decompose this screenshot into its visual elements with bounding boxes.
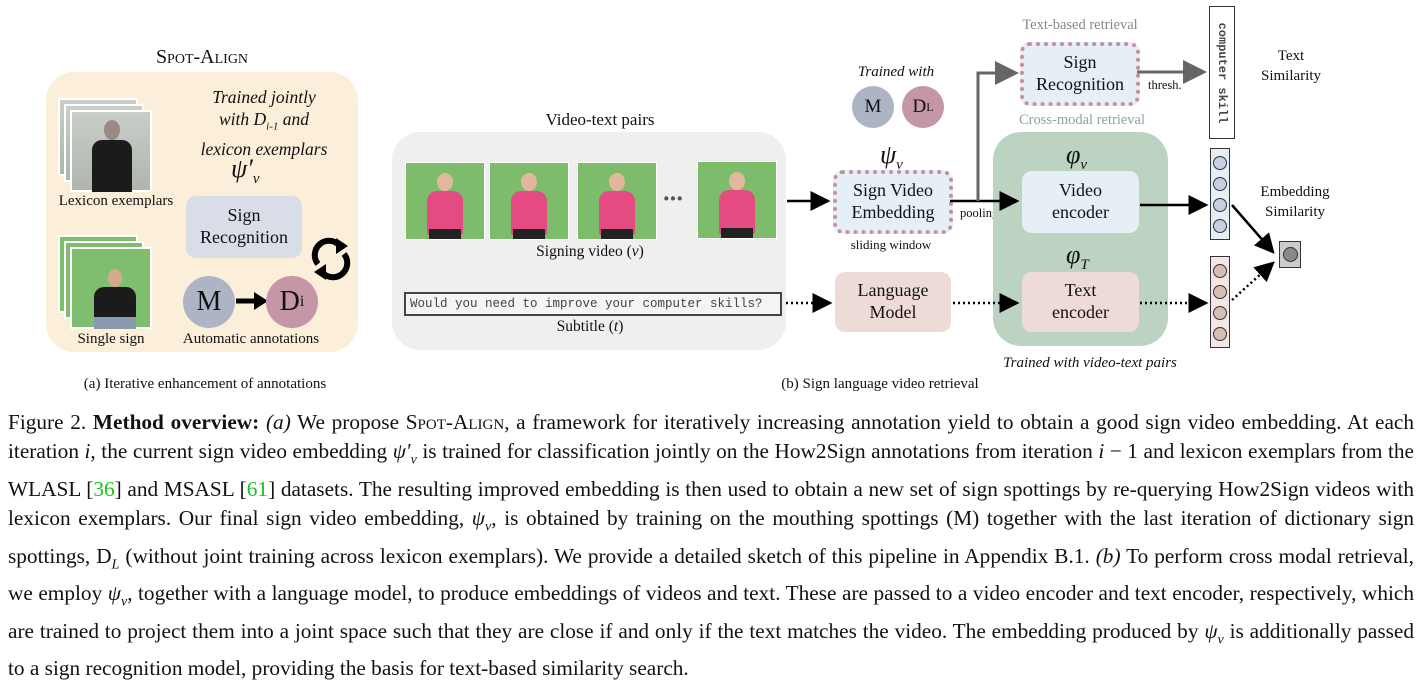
caption-var: ψ — [1204, 618, 1218, 643]
caption-text: (a) — [259, 410, 291, 434]
arrow-video-vector-to-similarity — [1231, 204, 1275, 254]
caption-text: (without joint training across lexicon e… — [119, 543, 1096, 568]
connector-layer — [786, 60, 1275, 313]
caption-var: ψ — [471, 506, 486, 531]
caption-text: We propose — [290, 410, 406, 434]
figure-caption: Figure 2. Method overview: (a) We propos… — [8, 408, 1414, 684]
caption-bold-lead: Method overview: — [92, 410, 260, 434]
caption-text: is trained for classification jointly on… — [416, 439, 1099, 464]
caption-var: ψ — [107, 581, 121, 606]
caption-figure-label: Figure 2. — [8, 410, 93, 434]
arrow-embedding-to-sign-recognition — [976, 61, 1019, 201]
citation-link[interactable]: 36 — [93, 477, 114, 501]
caption-text: , the current sign video embedding — [90, 439, 393, 464]
caption-text: Spot-Align — [405, 410, 505, 434]
caption-text: (b) — [1095, 543, 1121, 568]
arrow-text-vector-to-similarity — [1231, 261, 1275, 301]
citation-link[interactable]: 61 — [247, 477, 268, 501]
caption-text: ] and MSASL [ — [114, 476, 247, 501]
caption-var: ψ′ — [392, 439, 411, 464]
